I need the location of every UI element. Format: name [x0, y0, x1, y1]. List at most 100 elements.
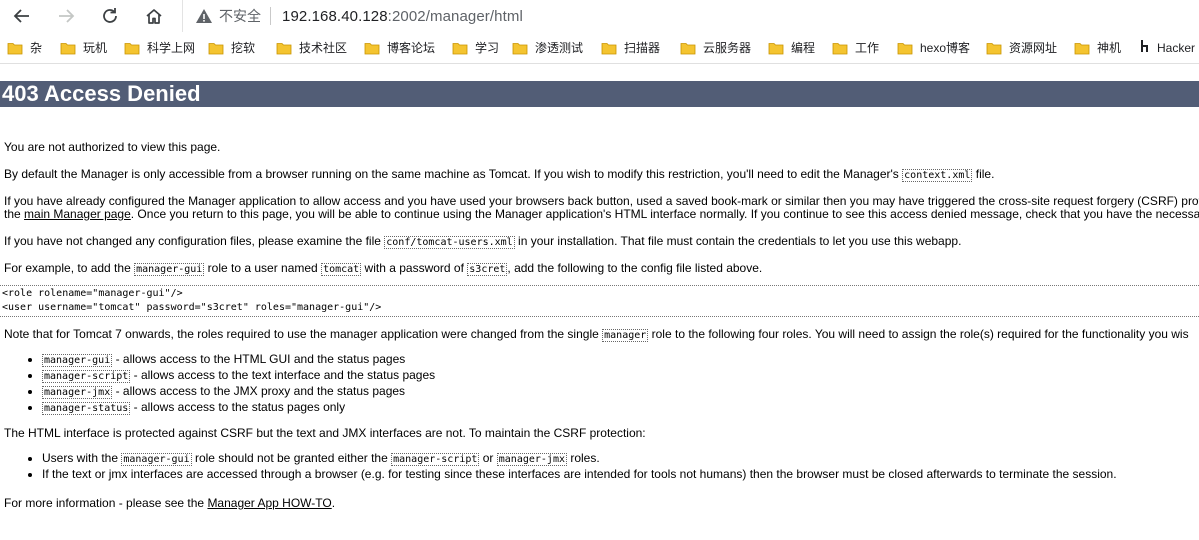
bookmark-item[interactable]: 杂: [7, 39, 42, 56]
address-bar[interactable]: 不安全 192.168.40.128:2002/manager/html: [182, 0, 1199, 32]
folder-icon: [897, 42, 913, 54]
code-manager-script: manager-script: [391, 453, 480, 466]
paragraph-example: For example, to add the manager-gui role…: [4, 262, 762, 276]
url-host: 192.168.40.128: [282, 7, 388, 25]
manager-app-howto-link[interactable]: Manager App HOW-TO: [207, 496, 331, 510]
bookmark-label: 工作: [855, 41, 880, 55]
bookmark-label: 技术社区: [299, 41, 348, 55]
bookmark-item[interactable]: 神机: [1074, 39, 1121, 56]
bookmark-label: 渗透测试: [535, 41, 584, 55]
main-manager-page-link[interactable]: main Manager page: [24, 207, 131, 221]
arrow-right-icon: [59, 9, 75, 23]
reload-icon: [103, 8, 117, 23]
folder-icon: [768, 42, 784, 54]
folder-icon: [832, 42, 848, 54]
text: Note that for Tomcat 7 onwards, the role…: [4, 327, 599, 341]
code-manager: manager: [602, 329, 649, 342]
folder-icon: [124, 42, 140, 54]
text: Users with the: [42, 451, 119, 465]
role-code: manager-script: [42, 370, 131, 383]
folder-icon: [364, 42, 380, 54]
list-item: If the text or jmx interfaces are access…: [42, 467, 1117, 482]
bookmark-item[interactable]: 云服务器: [680, 39, 751, 56]
text: role to the following four roles. You wi…: [651, 327, 1189, 341]
code-tomcat: tomcat: [321, 263, 362, 276]
bookmark-item[interactable]: 渗透测试: [512, 39, 583, 56]
folder-icon: [7, 42, 23, 54]
text: For example, to add the: [4, 261, 131, 275]
code-context-xml: context.xml: [902, 169, 973, 182]
bookmark-item[interactable]: 玩机: [60, 39, 107, 56]
home-icon: [146, 9, 162, 24]
address-divider: [270, 7, 271, 25]
role-desc: - allows access to the HTML GUI and the …: [115, 352, 406, 366]
home-button[interactable]: [143, 5, 165, 27]
paragraph-tomcat7-roles: Note that for Tomcat 7 onwards, the role…: [4, 328, 1189, 342]
bookmark-label: hexo博客: [920, 41, 971, 55]
paragraph-more-info: For more information - please see the Ma…: [4, 497, 335, 510]
folder-icon: [680, 42, 696, 54]
folder-icon: [1074, 42, 1090, 54]
warning-icon[interactable]: [195, 7, 213, 25]
text: . Once you return to this page, you will…: [130, 207, 1199, 221]
text: roles.: [570, 451, 600, 465]
list-item: manager-status - allows access to the st…: [42, 400, 435, 416]
bookmark-item[interactable]: 扫描器: [601, 39, 660, 56]
bookmark-item[interactable]: Hacker: [1140, 39, 1195, 56]
paragraph-config-files: If you have not changed any configuratio…: [4, 235, 961, 249]
folder-icon: [276, 42, 292, 54]
bookmark-label: 扫描器: [624, 41, 661, 55]
bookmark-label: 云服务器: [703, 41, 752, 55]
text: the: [4, 207, 21, 221]
bookmark-label: 编程: [791, 41, 816, 55]
config-line-role: <role rolename="manager-gui"/>: [2, 288, 183, 299]
reload-button[interactable]: [99, 5, 121, 27]
code-manager-jmx: manager-jmx: [496, 453, 567, 466]
bookmark-item[interactable]: 博客论坛: [364, 39, 435, 56]
bookmark-item[interactable]: 编程: [768, 39, 815, 56]
bookmark-item[interactable]: 资源网址: [986, 39, 1057, 56]
role-desc: - allows access to the text interface an…: [133, 368, 436, 382]
text: For more information - please see the: [4, 496, 205, 510]
bookmark-item[interactable]: 学习: [452, 39, 499, 56]
bookmark-label: 资源网址: [1009, 41, 1058, 55]
folder-icon: [512, 42, 528, 54]
bookmark-label: 博客论坛: [387, 41, 436, 55]
forward-button[interactable]: [55, 5, 77, 27]
insecure-label[interactable]: 不安全: [219, 6, 261, 26]
page-content: 403 Access Denied You are not authorized…: [0, 81, 1199, 540]
role-desc: - allows access to the status pages only: [133, 400, 346, 414]
bookmark-item[interactable]: 技术社区: [276, 39, 347, 56]
code-manager-gui: manager-gui: [134, 263, 205, 276]
page-title: 403 Access Denied: [0, 81, 1199, 107]
bookmark-item[interactable]: 挖软: [208, 39, 255, 56]
folder-icon: [601, 42, 617, 54]
code-s3cret: s3cret: [467, 263, 508, 276]
bookmark-label: 神机: [1097, 41, 1122, 55]
bookmark-label: 玩机: [83, 41, 108, 55]
role-code: manager-jmx: [42, 386, 113, 399]
text: role to a user named: [207, 261, 318, 275]
text: .: [331, 496, 336, 510]
folder-icon: [986, 42, 1002, 54]
role-code: manager-gui: [42, 354, 113, 367]
bookmark-item[interactable]: 科学上网: [124, 39, 195, 56]
bookmark-item[interactable]: hexo博客: [897, 39, 970, 56]
role-desc: - allows access to the JMX proxy and the…: [115, 384, 406, 398]
text: If the text or jmx interfaces are access…: [42, 467, 1117, 481]
url-text[interactable]: 192.168.40.128:2002/manager/html: [282, 8, 523, 25]
bookmark-favicon-icon: [1140, 39, 1150, 56]
bookmark-item[interactable]: 工作: [832, 39, 879, 56]
list-item: Users with the manager-gui role should n…: [42, 451, 1117, 467]
bookmark-label: 挖软: [231, 41, 256, 55]
list-item: manager-script - allows access to the te…: [42, 368, 435, 384]
folder-icon: [452, 42, 468, 54]
back-button[interactable]: [11, 5, 33, 27]
text: By default the Manager is only accessibl…: [4, 167, 899, 181]
folder-icon: [60, 42, 76, 54]
paragraph-not-authorized: You are not authorized to view this page…: [4, 140, 221, 154]
bookmark-label: 学习: [475, 41, 500, 55]
code-tomcat-users-xml: conf/tomcat-users.xml: [384, 236, 515, 249]
code-manager-gui: manager-gui: [121, 453, 192, 466]
text: If you have not changed any configuratio…: [4, 234, 381, 248]
